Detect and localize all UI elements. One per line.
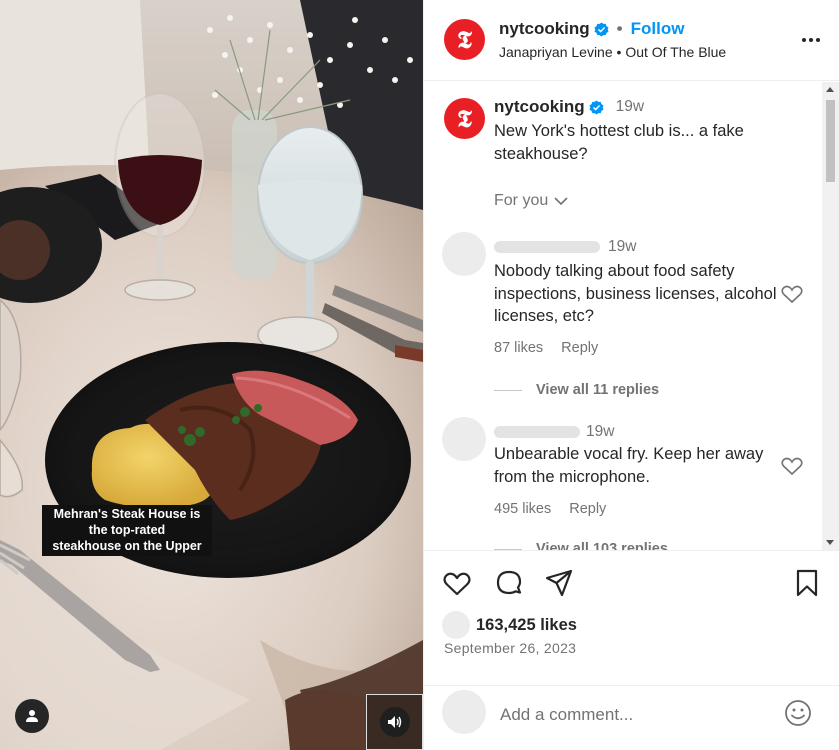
food-video-frame xyxy=(0,0,423,750)
view-replies-button[interactable]: View all 11 replies xyxy=(494,382,659,398)
redacted-username[interactable] xyxy=(494,426,580,438)
commenter-avatar[interactable] xyxy=(442,417,486,461)
caption-account-row: nytcooking 19w xyxy=(494,97,644,117)
replies-divider xyxy=(494,389,522,391)
reply-button[interactable]: Reply xyxy=(561,340,598,356)
post-actions: 163,425 likes September 26, 2023 xyxy=(424,550,839,685)
caption-line: Mehran's Steak House is xyxy=(53,507,201,521)
tagged-users-button[interactable] xyxy=(15,699,49,733)
view-replies-label: View all 103 replies xyxy=(536,541,668,550)
speaker-icon xyxy=(387,716,401,728)
caption-avatar[interactable]: 𝕿 xyxy=(444,98,485,139)
nyt-logo-icon: 𝕿 xyxy=(457,25,472,54)
comments-scrollbar[interactable] xyxy=(822,82,839,550)
likes-summary[interactable]: 163,425 likes xyxy=(442,611,577,639)
comment-header: 19w xyxy=(494,423,614,441)
reply-button[interactable]: Reply xyxy=(569,501,606,517)
verified-badge-icon xyxy=(589,99,604,115)
caption-timestamp[interactable]: 19w xyxy=(616,98,644,116)
current-user-avatar xyxy=(442,690,486,734)
comment-timestamp[interactable]: 19w xyxy=(586,423,614,441)
separator-dot: • xyxy=(616,19,623,38)
comment-meta: 87 likes Reply xyxy=(494,340,598,356)
caption-account-link[interactable]: nytcooking xyxy=(494,97,585,117)
like-comment-heart-icon[interactable] xyxy=(780,282,804,306)
user-icon xyxy=(26,710,38,722)
emoji-icon[interactable] xyxy=(783,698,813,728)
comment-meta: 495 likes Reply xyxy=(494,501,606,517)
commenter-avatar[interactable] xyxy=(442,232,486,276)
liker-avatar xyxy=(442,611,470,639)
post-header: 𝕿 nytcooking • Follow Janapriyan Levine … xyxy=(424,0,839,81)
scroll-thumb[interactable] xyxy=(826,100,835,182)
sort-label: For you xyxy=(494,192,549,209)
comment-text: Nobody talking about food safety inspect… xyxy=(494,262,777,325)
scroll-up-arrow-icon[interactable] xyxy=(826,87,834,92)
audio-toggle-button[interactable] xyxy=(366,694,423,750)
follow-button[interactable]: Follow xyxy=(631,19,685,39)
post-sidebar: 𝕿 nytcooking • Follow Janapriyan Levine … xyxy=(423,0,839,750)
scroll-down-arrow-icon[interactable] xyxy=(826,540,834,545)
comment-likes-link[interactable]: 87 likes xyxy=(494,340,543,356)
share-icon[interactable] xyxy=(544,568,574,598)
more-options-button[interactable] xyxy=(802,38,820,42)
more-dot-icon xyxy=(802,38,806,42)
account-avatar[interactable]: 𝕿 xyxy=(444,19,485,60)
account-name-link[interactable]: nytcooking xyxy=(499,19,590,39)
post-date[interactable]: September 26, 2023 xyxy=(444,640,576,656)
redacted-username[interactable] xyxy=(494,241,600,253)
view-replies-label: View all 11 replies xyxy=(536,382,660,398)
comment-likes-link[interactable]: 495 likes xyxy=(494,501,551,517)
comment-icon[interactable] xyxy=(494,568,524,598)
comment-header: 19w xyxy=(494,238,636,256)
video-caption: Mehran's Steak House is the top-rated st… xyxy=(42,505,212,556)
header-account-row: nytcooking • Follow xyxy=(499,19,684,39)
likes-count[interactable]: 163,425 likes xyxy=(476,616,577,635)
video-player[interactable]: Mehran's Steak House is the top-rated st… xyxy=(0,0,423,750)
post-caption: New York's hottest club is... a fake ste… xyxy=(494,122,744,163)
caption-line: the top-rated xyxy=(88,523,166,537)
verified-badge-icon xyxy=(594,21,609,37)
more-dot-icon xyxy=(816,38,820,42)
chevron-down-icon xyxy=(554,196,568,205)
view-replies-button[interactable]: View all 103 replies xyxy=(494,541,668,550)
audio-credit-link[interactable]: Janapriyan Levine • Out Of The Blue xyxy=(499,44,726,60)
bookmark-icon[interactable] xyxy=(792,568,822,598)
comment-timestamp[interactable]: 19w xyxy=(608,238,636,256)
add-comment-bar xyxy=(424,685,839,750)
caption-line: steakhouse on the Upper xyxy=(52,539,202,553)
comments-panel[interactable]: 𝕿 nytcooking 19w New York's hottest club… xyxy=(424,82,839,550)
more-dot-icon xyxy=(809,38,813,42)
heart-icon[interactable] xyxy=(442,568,472,598)
like-comment-heart-icon[interactable] xyxy=(780,454,804,478)
comment-sort-dropdown[interactable]: For you xyxy=(494,192,568,210)
nyt-logo-icon: 𝕿 xyxy=(457,104,472,133)
comment-input[interactable] xyxy=(500,702,760,728)
post-dialog: Mehran's Steak House is the top-rated st… xyxy=(0,0,839,750)
comment-text: Unbearable vocal fry. Keep her away from… xyxy=(494,445,764,486)
